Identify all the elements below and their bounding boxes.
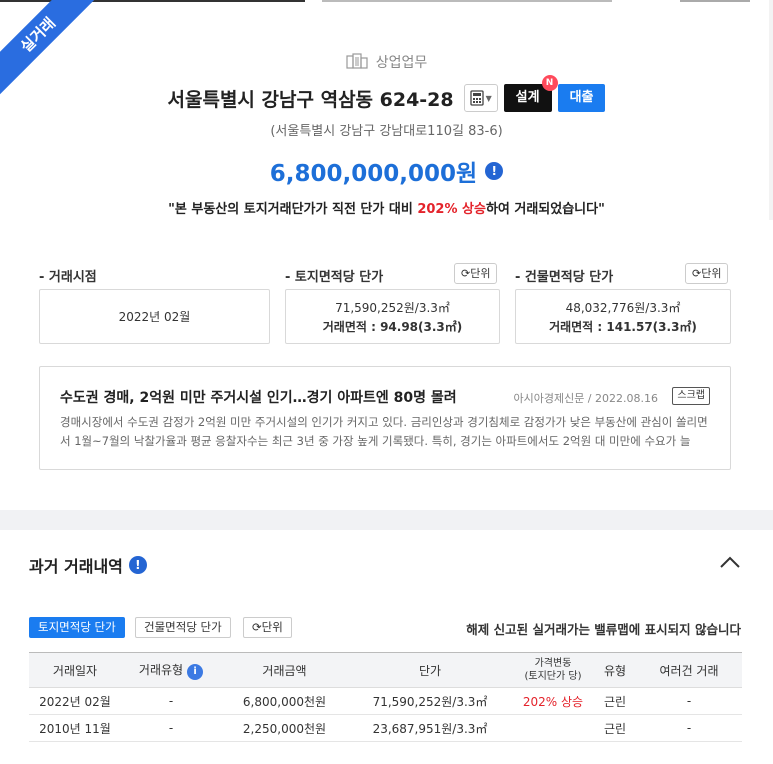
building-area: 거래면적 : 141.57(3.3㎡) <box>549 319 697 334</box>
col-type-label: 거래유형 <box>138 662 184 677</box>
chevron-down-icon: ▼ <box>485 93 492 103</box>
building-unit-button[interactable]: ⟳단위 <box>685 263 729 284</box>
land-unit-button[interactable]: ⟳단위 <box>454 263 498 284</box>
transaction-price: 6,800,000,000원 <box>269 161 478 187</box>
row-change: 202% 상승 <box>512 687 594 715</box>
row-date: 2022년 02월 <box>29 687 121 715</box>
address: 서울특별시 강남구 역삼동 624-28 <box>167 88 454 111</box>
row-amount: 6,800,000천원 <box>221 687 348 715</box>
date-card: 2022년 02월 <box>39 289 270 344</box>
row-unit-price: 23,687,951원/3.3㎡ <box>348 714 512 742</box>
land-unit-label: 단위 <box>470 267 491 280</box>
tab-building-unit-price[interactable]: 건물면적당 단가 <box>135 617 231 638</box>
col-multi: 여러건 거래 <box>636 652 742 688</box>
row-unit-price: 71,590,252원/3.3㎡ <box>348 687 512 715</box>
ribbon-label: 실거래 <box>0 0 99 96</box>
loan-button[interactable]: 대출 <box>557 84 606 112</box>
building-card: 48,032,776원/3.3㎡ 거래면적 : 141.57(3.3㎡) <box>515 289 731 344</box>
date-value: 2022년 02월 <box>118 310 191 324</box>
quote-text-after: 하여 거래되었습니다" <box>485 202 605 217</box>
history-unit-button[interactable]: ⟳단위 <box>243 617 292 638</box>
col-amount: 거래금액 <box>221 652 348 688</box>
design-button-label: 설계 <box>515 90 540 105</box>
road-address: (서울특별시 강남구 강남대로110길 83-6) <box>270 124 503 139</box>
info-icon[interactable]: i <box>187 663 204 680</box>
new-badge: N <box>541 75 558 91</box>
category-label: 상업업무 <box>375 55 428 71</box>
row-type: - <box>121 687 221 715</box>
news-source: 아시아경제신문 / 2022.08.16 <box>513 392 658 405</box>
building-price: 48,032,776원/3.3㎡ <box>565 300 681 315</box>
price-change-quote: "본 부동산의 토지거래단가가 직전 단가 대비 202% 상승하여 거래되었습… <box>0 198 773 217</box>
calculator-icon <box>469 90 484 106</box>
calculator-button[interactable]: ▼ <box>463 84 498 112</box>
tab-land-unit-price[interactable]: 토지면적당 단가 <box>29 617 125 638</box>
address-row: 서울특별시 강남구 역삼동 624-28 ▼ 설계 N 대출 <box>0 75 773 112</box>
quote-text-before: "본 부동산의 토지거래단가가 직전 단가 대비 <box>168 202 418 217</box>
history-table: 거래일자 거래유형 i 거래금액 단가 가격변동 (토지단가 당) 유형 여러건 거… <box>29 652 742 742</box>
section-divider <box>0 510 773 530</box>
history-header: 과거 거래내역 ! <box>29 553 147 577</box>
land-card-label: - 토지면적당 단가 <box>285 270 384 285</box>
row-amount: 2,250,000천원 <box>221 714 348 742</box>
col-price-change: 가격변동 (토지단가 당) <box>512 652 594 688</box>
history-notice: 해제 신고된 실거래가는 밸류맵에 표시되지 않습니다 <box>466 622 741 637</box>
row-type: - <box>121 714 221 742</box>
scrap-button[interactable]: 스크랩 <box>672 387 710 405</box>
col-change-label: 가격변동 <box>534 658 572 669</box>
row-multi: - <box>636 687 742 715</box>
building-icon <box>346 53 368 69</box>
row-multi: - <box>636 714 742 742</box>
row-kind: 근린 <box>594 687 636 715</box>
quote-highlight: 202% 상승 <box>417 202 486 217</box>
col-change-sub: (토지단가 당) <box>524 671 582 682</box>
land-price: 71,590,252원/3.3㎡ <box>335 300 450 315</box>
col-kind: 유형 <box>594 652 636 688</box>
news-body: 경매시장에서 수도권 감정가 2억원 미만 주거시설의 인기가 커지고 있다. … <box>60 415 708 448</box>
row-change <box>512 714 594 742</box>
price-row: 6,800,000,000원 ! <box>0 154 773 188</box>
col-type: 거래유형 i <box>121 652 221 688</box>
table-row[interactable]: 2010년 11월 - 2,250,000천원 23,687,951원/3.3㎡… <box>29 714 742 742</box>
news-card[interactable]: 수도권 경매, 2억원 미만 주거시설 인기…경기 아파트엔 80명 몰려 아시… <box>39 366 731 470</box>
building-unit-label: 단위 <box>701 267 722 280</box>
news-title[interactable]: 수도권 경매, 2억원 미만 주거시설 인기…경기 아파트엔 80명 몰려 <box>60 387 457 407</box>
col-unit-price: 단가 <box>348 652 512 688</box>
info-icon[interactable]: ! <box>128 556 147 574</box>
date-card-label: - 거래시점 <box>39 270 97 285</box>
transaction-summary: 실거래 상업업무 서울특별시 강남구 역삼동 624-28 ▼ 설계 N 대출 <box>0 0 773 510</box>
land-card: 71,590,252원/3.3㎡ 거래면적 : 94.98(3.3㎡) <box>285 289 500 344</box>
property-category: 상업업무 <box>0 52 773 72</box>
land-area: 거래면적 : 94.98(3.3㎡) <box>322 319 463 334</box>
design-button[interactable]: 설계 N <box>503 75 558 112</box>
table-header-row: 거래일자 거래유형 i 거래금액 단가 가격변동 (토지단가 당) 유형 여러건 거… <box>29 652 742 688</box>
row-date: 2010년 11월 <box>29 714 121 742</box>
refresh-icon: ⟳ <box>252 620 262 634</box>
refresh-icon: ⟳ <box>692 267 702 280</box>
col-date: 거래일자 <box>29 652 121 688</box>
history-unit-label: 단위 <box>261 620 283 634</box>
row-kind: 근린 <box>594 714 636 742</box>
info-icon[interactable]: ! <box>485 162 504 180</box>
building-card-label: - 건물면적당 단가 <box>515 270 614 285</box>
history-title: 과거 거래내역 <box>29 557 123 576</box>
table-row[interactable]: 2022년 02월 - 6,800,000천원 71,590,252원/3.3㎡… <box>29 687 742 715</box>
chevron-up-icon[interactable] <box>718 553 742 571</box>
refresh-icon: ⟳ <box>461 267 471 280</box>
